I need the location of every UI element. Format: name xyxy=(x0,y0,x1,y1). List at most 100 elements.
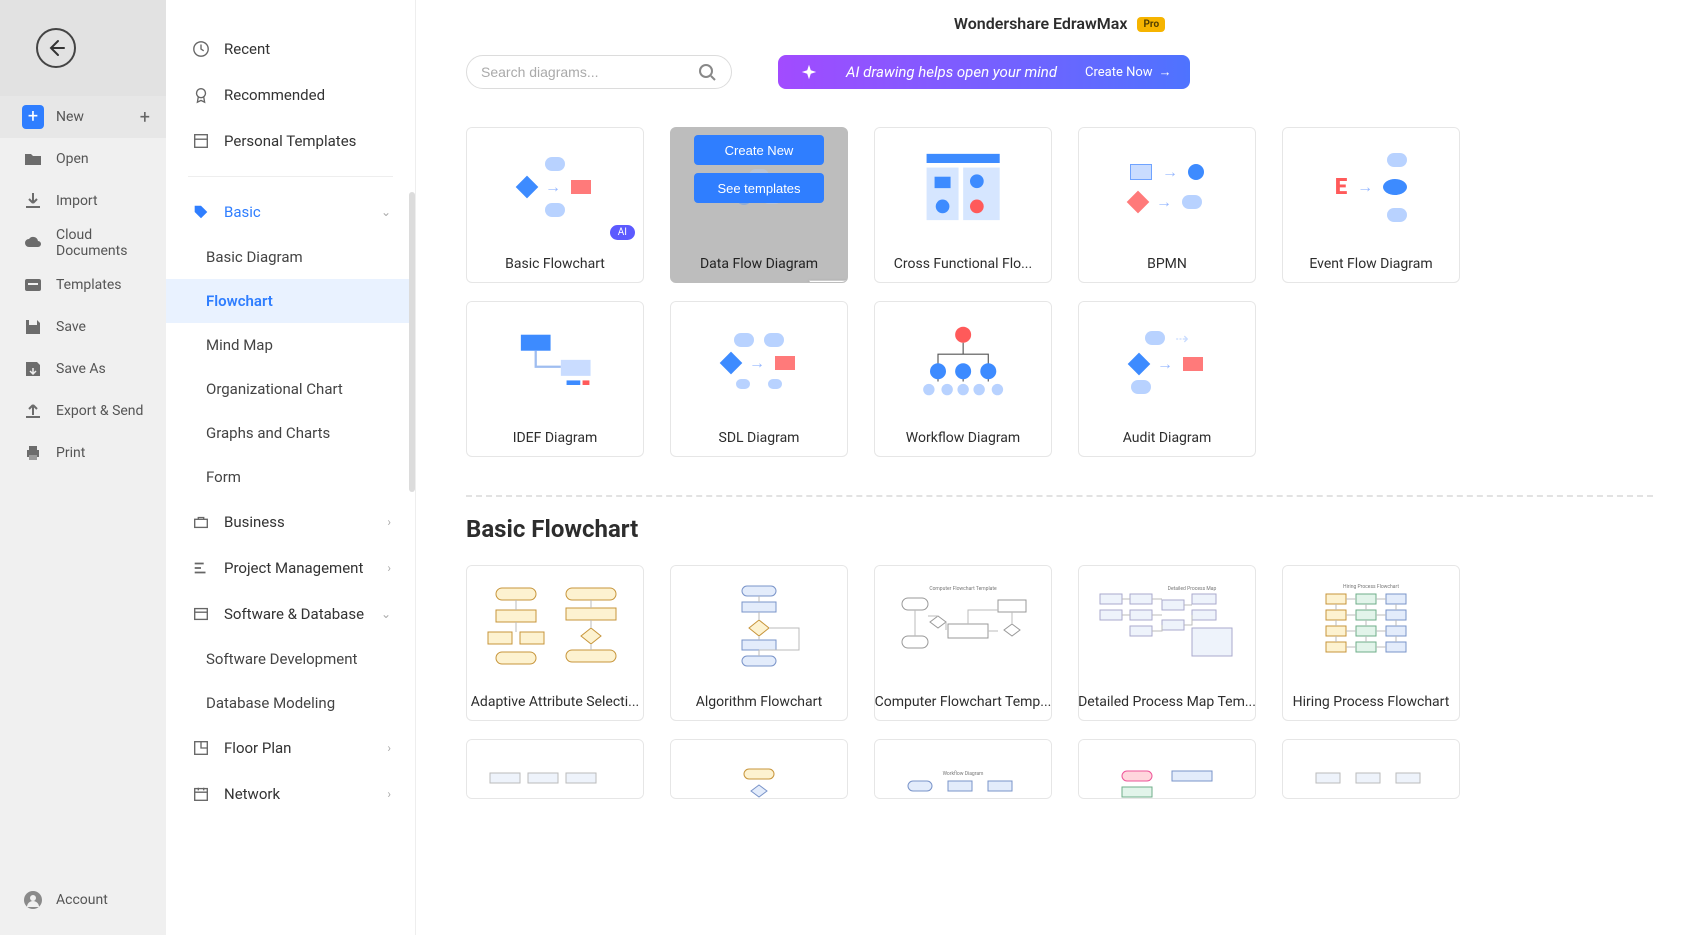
tpl-detailed[interactable]: Detailed Process Map Detailed Process Ma… xyxy=(1078,565,1256,721)
card-caption: Basic Flowchart xyxy=(467,246,643,282)
tpl-partial-5[interactable] xyxy=(1282,739,1460,799)
saveas-icon xyxy=(22,358,44,380)
nav-saveas[interactable]: Save As xyxy=(0,348,166,390)
create-new-button[interactable]: Create New xyxy=(694,135,824,165)
template-grid: Adaptive Attribute Selecti... Algorithm … xyxy=(466,565,1653,799)
gantt-icon xyxy=(190,559,212,577)
sub-basic-diagram[interactable]: Basic Diagram xyxy=(166,235,415,279)
cat-recommended[interactable]: Recommended xyxy=(184,72,397,118)
tpl-computer[interactable]: Computer Flowchart Template Computer Flo… xyxy=(874,565,1052,721)
briefcase-icon xyxy=(190,513,212,531)
tpl-caption: Algorithm Flowchart xyxy=(671,684,847,720)
tpl-thumb xyxy=(1283,740,1459,799)
nav-print[interactable]: Print xyxy=(0,432,166,474)
sub-form[interactable]: Form xyxy=(166,455,415,499)
card-basic-flowchart[interactable]: → AI Basic Flowchart xyxy=(466,127,644,283)
nav-export[interactable]: Export & Send xyxy=(0,390,166,432)
tpl-partial-4[interactable] xyxy=(1078,739,1256,799)
plus-icon[interactable]: + xyxy=(140,107,150,128)
cat-recent[interactable]: Recent xyxy=(184,26,397,72)
ai-create-now[interactable]: Create Now → xyxy=(1085,64,1172,80)
ai-create-now-label: Create Now xyxy=(1085,65,1153,80)
card-audit[interactable]: ⇢ → Audit Diagram xyxy=(1078,301,1256,457)
cat-business[interactable]: Business › xyxy=(184,499,397,545)
tpl-partial-1[interactable] xyxy=(466,739,644,799)
user-icon xyxy=(22,889,44,911)
nav-open[interactable]: Open xyxy=(0,138,166,180)
see-templates-button[interactable]: See templates xyxy=(694,173,824,203)
tpl-partial-3[interactable]: Workflow Diagram xyxy=(874,739,1052,799)
nav-cloud-label: Cloud Documents xyxy=(56,227,166,259)
arrow-left-icon xyxy=(46,38,66,58)
nav-import[interactable]: Import xyxy=(0,180,166,222)
card-caption: SDL Diagram xyxy=(671,420,847,456)
card-idef[interactable]: IDEF Diagram xyxy=(466,301,644,457)
tpl-caption: Computer Flowchart Temp... xyxy=(875,684,1051,720)
card-thumb: → xyxy=(671,302,847,420)
cat-basic-label: Basic xyxy=(224,203,381,221)
chevron-right-icon: › xyxy=(387,741,391,755)
chevron-right-icon: › xyxy=(387,561,391,575)
card-thumb: → → xyxy=(1079,128,1255,246)
ai-banner[interactable]: AI drawing helps open your mind Create N… xyxy=(778,55,1190,89)
window-icon xyxy=(190,605,212,623)
tpl-caption: Adaptive Attribute Selecti... xyxy=(467,684,643,720)
cat-project[interactable]: Project Management › xyxy=(184,545,397,591)
chevron-right-icon: › xyxy=(387,787,391,801)
cat-personal[interactable]: Personal Templates xyxy=(184,118,397,164)
card-event-flow[interactable]: E→ Event Flow Diagram xyxy=(1282,127,1460,283)
card-data-flow-diagram[interactable]: Create New See templates Data Flow Diagr… xyxy=(670,127,848,283)
cat-floorplan[interactable]: Floor Plan › xyxy=(184,725,397,771)
nav-cloud[interactable]: Cloud Documents xyxy=(0,222,166,264)
nav-open-label: Open xyxy=(56,151,166,167)
card-bpmn[interactable]: → → BPMN xyxy=(1078,127,1256,283)
cat-business-label: Business xyxy=(224,513,387,531)
sub-mindmap[interactable]: Mind Map xyxy=(166,323,415,367)
back-button[interactable] xyxy=(36,28,76,68)
tpl-hiring[interactable]: Hiring Process Flowchart Hiring Process … xyxy=(1282,565,1460,721)
tpl-caption: Hiring Process Flowchart xyxy=(1283,684,1459,720)
tpl-thumb xyxy=(671,566,847,684)
tpl-adaptive[interactable]: Adaptive Attribute Selecti... xyxy=(466,565,644,721)
app-title-text: Wondershare EdrawMax xyxy=(954,14,1128,33)
sub-flowchart[interactable]: Flowchart xyxy=(166,279,415,323)
category-sidebar: Recent Recommended Personal Templates Ba… xyxy=(166,0,416,935)
app-title: Wondershare EdrawMax Pro xyxy=(466,14,1653,33)
tpl-partial-2[interactable] xyxy=(670,739,848,799)
software-sublist: Software Development Database Modeling xyxy=(166,637,415,725)
cat-software[interactable]: Software & Database ⌄ xyxy=(184,591,397,637)
cat-personal-label: Personal Templates xyxy=(224,132,391,150)
search-icon[interactable] xyxy=(697,62,717,82)
nav-save[interactable]: Save xyxy=(0,306,166,348)
cat-recommended-label: Recommended xyxy=(224,86,391,104)
tpl-thumb xyxy=(467,566,643,684)
card-caption: Event Flow Diagram xyxy=(1283,246,1459,282)
sub-graphs[interactable]: Graphs and Charts xyxy=(166,411,415,455)
plus-square-icon: + xyxy=(22,105,44,129)
cat-floorplan-label: Floor Plan xyxy=(224,739,387,757)
nav-new[interactable]: + New + xyxy=(0,96,166,138)
card-thumb xyxy=(467,302,643,420)
card-caption: Workflow Diagram xyxy=(875,420,1051,456)
search-input[interactable] xyxy=(481,64,697,80)
clock-icon xyxy=(190,40,212,58)
svg-text:Detailed Process Map: Detailed Process Map xyxy=(1168,586,1217,592)
search-box[interactable] xyxy=(466,55,732,89)
sub-orgchart[interactable]: Organizational Chart xyxy=(166,367,415,411)
cat-network[interactable]: Network › xyxy=(184,771,397,817)
tpl-thumb: Hiring Process Flowchart xyxy=(1283,566,1459,684)
scrollbar-thumb[interactable] xyxy=(409,192,415,492)
cat-basic[interactable]: Basic ⌄ xyxy=(184,189,397,235)
card-cross-functional[interactable]: Cross Functional Flo... xyxy=(874,127,1052,283)
nav-templates[interactable]: Templates xyxy=(0,264,166,306)
card-workflow[interactable]: Workflow Diagram xyxy=(874,301,1052,457)
card-caption: BPMN xyxy=(1079,246,1255,282)
sub-dev[interactable]: Software Development xyxy=(166,637,415,681)
nav-saveas-label: Save As xyxy=(56,361,166,377)
tpl-algorithm[interactable]: Algorithm Flowchart xyxy=(670,565,848,721)
sub-db[interactable]: Database Modeling xyxy=(166,681,415,725)
svg-text:Computer Flowchart Template: Computer Flowchart Template xyxy=(929,586,997,592)
card-sdl[interactable]: → SDL Diagram xyxy=(670,301,848,457)
nav-account[interactable]: Account xyxy=(0,879,166,921)
calendar-icon xyxy=(190,785,212,803)
